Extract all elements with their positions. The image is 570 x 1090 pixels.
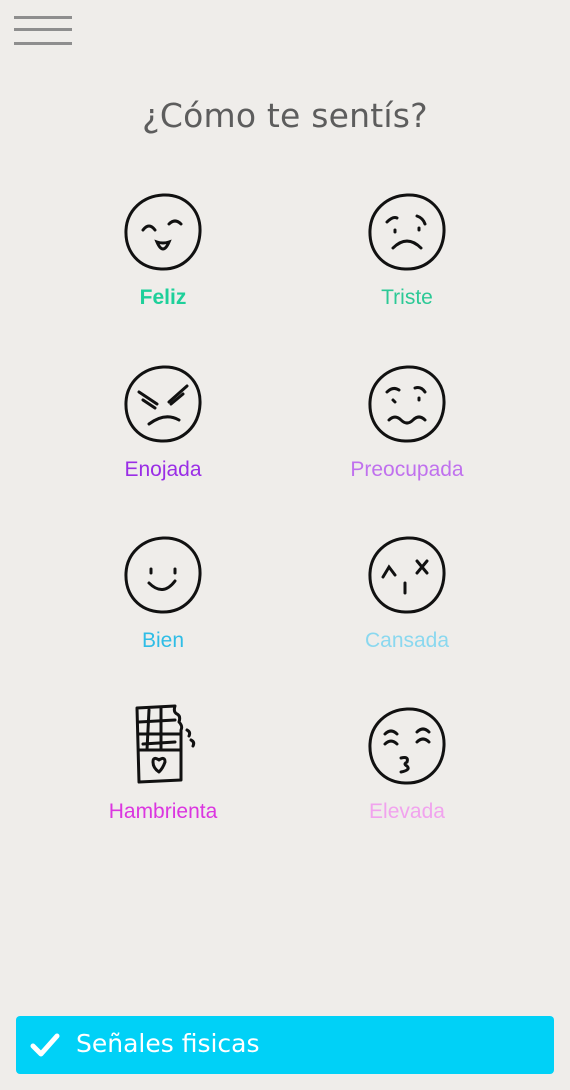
kiss-face-icon: [368, 707, 446, 785]
mood-hambrienta[interactable]: Hambrienta: [63, 704, 263, 844]
mood-label: Triste: [381, 286, 433, 309]
tired-face-icon: [368, 536, 446, 614]
mood-bien[interactable]: Bien: [63, 533, 263, 673]
smile-face-icon: [124, 536, 202, 614]
mood-triste[interactable]: Triste: [307, 190, 507, 330]
angry-face-icon: [124, 365, 202, 443]
mood-label: Enojada: [124, 458, 202, 481]
mood-preocupada[interactable]: Preocupada: [307, 362, 507, 502]
hamburger-menu-icon[interactable]: [14, 14, 72, 48]
worried-face-icon: [368, 365, 446, 443]
happy-face-icon: [124, 193, 202, 271]
mood-label: Elevada: [369, 800, 445, 823]
mood-label: Cansada: [364, 629, 450, 652]
chocolate-bar-icon: [135, 704, 196, 784]
mood-cansada[interactable]: Cansada: [307, 533, 507, 673]
physical-signals-button[interactable]: Señales fisicas: [16, 1016, 554, 1074]
mood-elevada[interactable]: Elevada: [307, 704, 507, 844]
mood-label: Preocupada: [350, 458, 464, 481]
mood-label: Bien: [141, 629, 185, 652]
faded-subtitle: [0, 140, 570, 154]
page-title: ¿Cómo te sentís?: [142, 96, 428, 135]
sad-face-icon: [368, 193, 446, 271]
mood-label: Hambrienta: [108, 800, 218, 823]
check-icon: [30, 1033, 60, 1057]
mood-label: Feliz: [139, 286, 187, 309]
mood-feliz[interactable]: Feliz: [63, 190, 263, 330]
mood-screen: ¿Cómo te sentís? Feliz Triste Enojada Pr…: [0, 0, 570, 1090]
physical-signals-label: Señales fisicas: [76, 1029, 260, 1058]
mood-enojada[interactable]: Enojada: [63, 362, 263, 502]
